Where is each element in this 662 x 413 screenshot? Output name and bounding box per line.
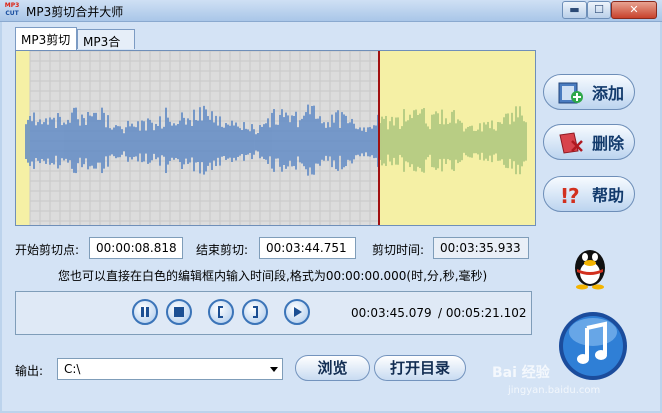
help-label: 帮助 — [592, 186, 625, 205]
current-time: 00:03:45.079 — [351, 306, 432, 320]
play-selection-button[interactable] — [284, 299, 310, 325]
output-path-select[interactable]: C:\ — [57, 358, 283, 380]
chevron-down-icon[interactable] — [270, 367, 278, 372]
format-hint: 您也可以直接在白色的编辑框内输入时间段,格式为00:00:00.000(时,分,… — [58, 269, 488, 283]
help-icon: ! ? — [560, 184, 580, 207]
add-file-icon — [558, 82, 583, 104]
watermark-brand: Bai 经验 — [492, 365, 550, 381]
window-title: MP3剪切合并大师 — [26, 5, 124, 19]
mark-end-icon — [253, 306, 258, 318]
waveform-canvas[interactable] — [16, 51, 535, 225]
help-button[interactable]: ! ? 帮助 — [543, 176, 635, 212]
qq-penguin-icon[interactable] — [568, 242, 612, 290]
pause-button[interactable] — [132, 299, 158, 325]
music-note-icon — [559, 312, 627, 380]
player-bar: 00:03:45.079 / 00:05:21.102 — [15, 291, 532, 335]
output-label: 输出: — [15, 364, 44, 378]
add-button[interactable]: 添加 — [543, 74, 635, 110]
maximize-button[interactable]: ☐ — [587, 1, 611, 19]
title-bar: MP3 CUT MP3剪切合并大师 ▬ ☐ ✕ — [0, 0, 662, 22]
tab-mp3-cut[interactable]: MP3剪切 — [15, 27, 77, 50]
start-point-field[interactable]: 00:00:08.818 — [89, 237, 183, 259]
mark-start-icon — [218, 306, 223, 318]
add-label: 添加 — [592, 84, 625, 103]
stop-icon — [174, 307, 184, 317]
total-time: / 00:05:21.102 — [438, 306, 527, 320]
delete-icon — [559, 132, 583, 154]
svg-text:?: ? — [568, 184, 580, 207]
stop-button[interactable] — [166, 299, 192, 325]
open-directory-button[interactable]: 打开目录 — [374, 355, 466, 381]
start-point-label: 开始剪切点: — [15, 243, 80, 257]
duration-label: 剪切时间: — [372, 243, 425, 257]
close-button[interactable]: ✕ — [611, 1, 657, 19]
delete-label: 删除 — [592, 134, 625, 153]
end-point-label: 结束剪切: — [196, 243, 249, 257]
mark-end-button[interactable] — [242, 299, 268, 325]
duration-field: 00:03:35.933 — [433, 237, 529, 259]
waveform-view[interactable] — [15, 50, 536, 226]
end-point-field[interactable]: 00:03:44.751 — [259, 237, 356, 259]
minimize-button[interactable]: ▬ — [562, 1, 587, 19]
play-selection-icon — [294, 307, 302, 317]
browse-button[interactable]: 浏览 — [295, 355, 370, 381]
watermark-url: jingyan.baidu.com — [508, 385, 601, 396]
output-path-value: C:\ — [64, 362, 81, 376]
mark-start-button[interactable] — [208, 299, 234, 325]
pause-icon — [141, 307, 149, 317]
delete-button[interactable]: 删除 — [543, 124, 635, 160]
tab-mp3-merge[interactable]: MP3合并 — [77, 29, 135, 66]
app-logo-icon: MP3 CUT — [4, 2, 20, 17]
